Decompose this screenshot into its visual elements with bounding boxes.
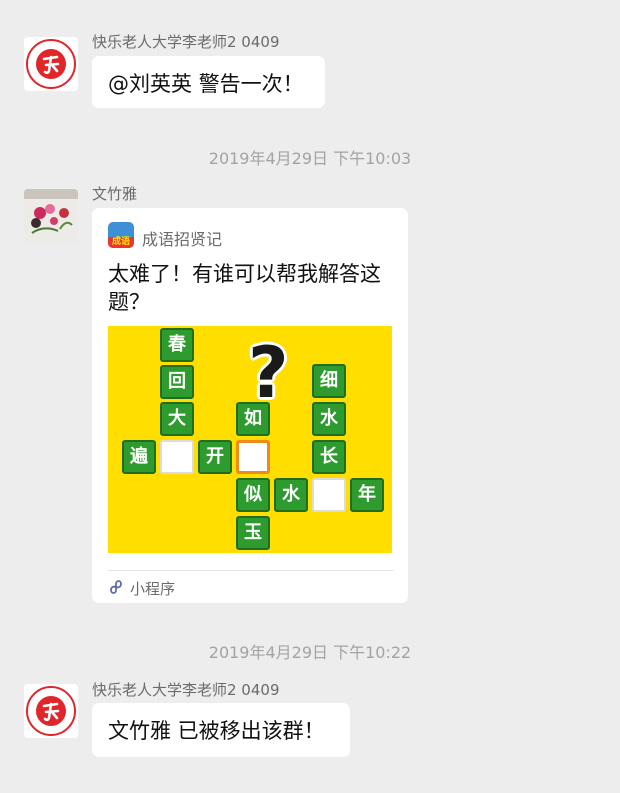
message-text: @刘英英 警告一次！ [108, 72, 304, 96]
idiom-puzzle-image[interactable]: ? 春 回 大 遍 开 如 似 水 玉 细 水 长 年 [108, 326, 392, 553]
timestamp: 2019年4月29日 下午10:22 [208, 643, 412, 662]
happy-seniors-logo-icon [24, 37, 78, 91]
app-icon: 成语 [108, 222, 134, 248]
puzzle-blank-tile[interactable] [312, 478, 346, 512]
puzzle-tile: 开 [198, 440, 232, 474]
mini-program-card[interactable]: 成语 成语招贤记 太难了！有谁可以帮我解答这题？ ? 春 回 大 遍 开 如 似… [92, 208, 408, 603]
sender-name: 快乐老人大学李老师2 0409 [92, 681, 280, 699]
puzzle-tile: 细 [312, 364, 346, 398]
happy-seniors-logo-icon [24, 684, 78, 738]
message-bubble[interactable]: @刘英英 警告一次！ [92, 56, 325, 108]
card-divider [108, 570, 394, 571]
message-text: 文竹雅 已被移出该群！ [108, 719, 325, 743]
timestamp: 2019年4月29日 下午10:03 [208, 149, 412, 168]
puzzle-tile: 似 [236, 478, 270, 512]
puzzle-tile: 如 [236, 402, 270, 436]
teacher-avatar[interactable] [24, 37, 78, 91]
puzzle-tile: 回 [160, 365, 194, 399]
mini-program-label: 小程序 [130, 580, 176, 598]
teacher-avatar[interactable] [24, 684, 78, 738]
puzzle-tile: 玉 [236, 516, 270, 550]
puzzle-tile: 遍 [122, 440, 156, 474]
question-mark: ? [248, 332, 289, 414]
flower-painting-icon [24, 189, 78, 243]
puzzle-tile: 水 [312, 402, 346, 436]
puzzle-selected-blank-tile[interactable] [236, 440, 270, 474]
puzzle-tile: 春 [160, 328, 194, 362]
app-icon-text: 成语 [111, 237, 130, 247]
puzzle-tile: 长 [312, 440, 346, 474]
card-title: 太难了！有谁可以帮我解答这题？ [108, 262, 381, 314]
puzzle-tile: 年 [350, 478, 384, 512]
app-name: 成语招贤记 [142, 230, 223, 249]
puzzle-tile: 大 [160, 402, 194, 436]
sender-name: 快乐老人大学李老师2 0409 [92, 33, 280, 51]
mini-program-icon [110, 580, 122, 594]
sender-name: 文竹雅 [92, 185, 138, 203]
wenzhuya-avatar[interactable] [24, 189, 78, 243]
puzzle-blank-tile[interactable] [160, 440, 194, 474]
message-bubble[interactable]: 文竹雅 已被移出该群！ [92, 703, 350, 757]
puzzle-tile: 水 [274, 478, 308, 512]
